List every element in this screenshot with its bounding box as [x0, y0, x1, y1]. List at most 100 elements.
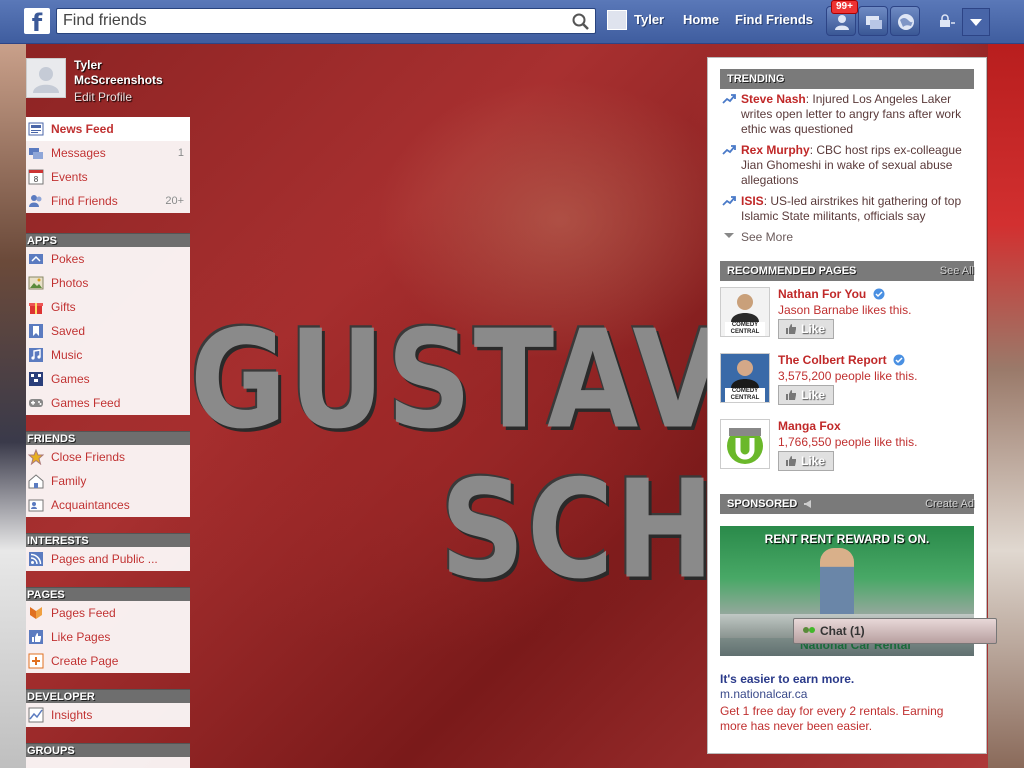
- sidebar-item-like-pages[interactable]: Like Pages: [26, 625, 190, 649]
- trending-item[interactable]: Steve Nash: Injured Los Angeles Laker wr…: [720, 92, 970, 137]
- recommended-page-social-context: Jason Barnabe likes this.: [778, 303, 912, 317]
- trending-header: TRENDING: [720, 69, 974, 89]
- create-page-icon: [28, 653, 44, 669]
- sidebar-item-label: Find Friends: [51, 194, 118, 208]
- sidebar-item-family[interactable]: Family: [26, 469, 190, 493]
- sidebar-item-label: Close Friends: [51, 450, 126, 464]
- edit-profile-link[interactable]: Edit Profile: [74, 90, 132, 104]
- privacy-lock-icon[interactable]: [938, 14, 956, 28]
- star-icon: [28, 449, 44, 465]
- games-icon: [29, 372, 43, 386]
- events-icon: 8: [28, 169, 44, 185]
- sidebar-item-acquaintances[interactable]: Acquaintances: [26, 493, 190, 517]
- sidebar-item-label: Create Page: [51, 654, 119, 668]
- sidebar-item-label: Music: [51, 348, 83, 362]
- music-note-icon: [29, 348, 43, 362]
- sidebar-item-label: Gifts: [51, 300, 76, 314]
- acquaintances-icon: [28, 499, 44, 512]
- sidebar-interests: INTERESTS Pages and Public ...: [26, 533, 190, 571]
- ad-title-link[interactable]: It's easier to earn more.: [720, 672, 854, 686]
- insights-chart-icon: [28, 707, 44, 723]
- facebook-logo[interactable]: f: [24, 8, 50, 37]
- profile-picture[interactable]: [26, 58, 66, 98]
- sidebar-item-label: Family: [51, 474, 87, 488]
- trending-topic-name[interactable]: Steve Nash: [741, 92, 806, 106]
- sidebar-item-close-friends[interactable]: Close Friends: [26, 445, 190, 469]
- page-thumbnail[interactable]: COMEDY CENTRAL: [720, 287, 770, 337]
- sidebar-item-photos[interactable]: Photos: [26, 271, 190, 295]
- pokes-icon: [29, 254, 43, 264]
- recommended-page-name-text: The Colbert Report: [778, 353, 887, 367]
- ad-domain[interactable]: m.nationalcar.ca: [720, 687, 807, 701]
- nav-home-link[interactable]: Home: [683, 12, 719, 27]
- sidebar-item-label: Events: [51, 170, 88, 184]
- thumbs-up-icon: [786, 324, 796, 334]
- sidebar-item-games-feed[interactable]: Games Feed: [26, 391, 190, 415]
- sidebar-item-label: Pokes: [51, 252, 85, 266]
- sidebar-item-messages[interactable]: Messages 1: [26, 141, 190, 165]
- photos-icon: [28, 276, 44, 290]
- thumbs-up-icon: [786, 456, 796, 466]
- recommended-page-social-context: 3,575,200 people like this.: [778, 369, 918, 383]
- notification-count-badge: 99+: [831, 0, 858, 14]
- sidebar-item-pages-feed[interactable]: Pages Feed: [26, 601, 190, 625]
- ad-image-person: [820, 548, 854, 622]
- rss-icon: [29, 552, 43, 566]
- sidebar-item-find-friends[interactable]: Find Friends 20+: [26, 189, 190, 213]
- nav-profile-link[interactable]: Tyler: [634, 12, 664, 27]
- chat-bar[interactable]: Chat (1): [793, 618, 997, 644]
- thumb-caption: COMEDY CENTRAL: [730, 322, 760, 335]
- thumb-caption: COMEDY CENTRAL: [730, 388, 760, 401]
- sidebar-item-label: News Feed: [51, 122, 114, 136]
- recommended-page-name[interactable]: Manga Fox: [778, 419, 841, 433]
- sidebar-item-saved[interactable]: Saved: [26, 319, 190, 343]
- recommended-page-name[interactable]: Nathan For You: [778, 287, 885, 301]
- search-input[interactable]: [63, 11, 563, 31]
- profile-last-name[interactable]: McScreenshots: [74, 73, 163, 87]
- sidebar-item-label: Acquaintances: [51, 498, 130, 512]
- profile-summary: Tyler McScreenshots Edit Profile: [26, 58, 190, 108]
- see-more-link[interactable]: See More: [741, 230, 793, 244]
- sidebar-item-pages-and-public[interactable]: Pages and Public ...: [26, 547, 190, 571]
- like-button-label: Like: [801, 454, 826, 468]
- page-thumbnail[interactable]: COMEDY CENTRAL: [720, 353, 770, 403]
- sidebar-item-pokes[interactable]: Pokes: [26, 247, 190, 271]
- sidebar-item-label: Pages Feed: [51, 606, 116, 620]
- profile-first-name[interactable]: Tyler: [74, 58, 102, 72]
- sidebar-item-insights[interactable]: Insights: [26, 703, 190, 727]
- sidebar-item-news-feed[interactable]: News Feed: [26, 117, 190, 141]
- sidebar-item-create-page[interactable]: Create Page: [26, 649, 190, 673]
- top-bar: f Tyler Home Find Friends 99+: [0, 0, 1024, 44]
- like-button[interactable]: Like: [778, 451, 834, 471]
- page-thumbnail[interactable]: [720, 419, 770, 469]
- create-ad-link[interactable]: Create Ad: [925, 494, 974, 514]
- bookmark-icon: [29, 324, 43, 338]
- trending-item[interactable]: Rex Murphy: CBC host rips ex-colleague J…: [720, 143, 970, 188]
- trending-topic-name[interactable]: Rex Murphy: [741, 143, 810, 157]
- sidebar-item-music[interactable]: Music: [26, 343, 190, 367]
- sidebar-groups: GROUPS: [26, 743, 190, 768]
- sponsored-header: SPONSORED Create Ad: [720, 494, 974, 514]
- sidebar-header-interests: INTERESTS: [26, 533, 190, 547]
- nav-find-friends-link[interactable]: Find Friends: [735, 12, 813, 27]
- account-menu-button[interactable]: [962, 8, 990, 36]
- messages-jewel[interactable]: [858, 6, 888, 36]
- trending-item[interactable]: ISIS: US-led airstrikes hit gathering of…: [720, 194, 970, 224]
- cover-text-line-2: SCHÄF: [440, 450, 708, 600]
- see-all-link[interactable]: See All: [940, 261, 974, 281]
- sidebar-header-developer: DEVELOPER: [26, 689, 190, 703]
- sidebar-item-events[interactable]: 8 Events: [26, 165, 190, 189]
- sidebar-header-groups: GROUPS: [26, 743, 190, 757]
- notifications-jewel[interactable]: [890, 6, 920, 36]
- sidebar-item-label: Photos: [51, 276, 89, 290]
- search-icon[interactable]: [571, 12, 591, 32]
- thumbs-up-icon: [786, 390, 796, 400]
- nav-avatar[interactable]: [607, 10, 627, 30]
- background-right-strip: [988, 44, 1024, 768]
- like-button[interactable]: Like: [778, 385, 834, 405]
- like-button[interactable]: Like: [778, 319, 834, 339]
- sidebar-item-games[interactable]: Games: [26, 367, 190, 391]
- sidebar-item-gifts[interactable]: Gifts: [26, 295, 190, 319]
- trending-topic-name[interactable]: ISIS: [741, 194, 764, 208]
- recommended-page-name[interactable]: The Colbert Report: [778, 353, 905, 367]
